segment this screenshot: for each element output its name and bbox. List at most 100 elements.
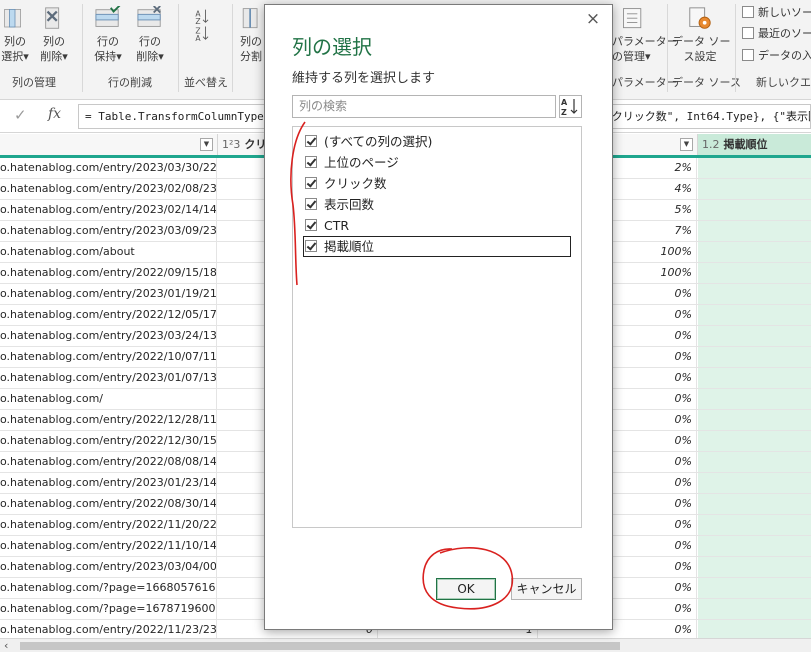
cell-position[interactable]	[698, 557, 811, 577]
column-option-top-page[interactable]: 上位のページ	[305, 153, 399, 174]
cell-url[interactable]: o.hatenablog.com/entry/2022/12/28/111...	[0, 410, 217, 430]
cell-position[interactable]	[698, 368, 811, 388]
svg-text:A: A	[195, 34, 201, 43]
column-option-label: CTR	[324, 218, 350, 233]
cell-position[interactable]	[698, 620, 811, 640]
horizontal-scrollbar[interactable]: ‹	[0, 638, 811, 652]
column-option-impressions[interactable]: 表示回数	[305, 195, 374, 216]
cell-url[interactable]: o.hatenablog.com/entry/2023/02/08/232...	[0, 179, 217, 199]
enter-data-button[interactable]: データの入力	[742, 47, 811, 63]
sort-az-button[interactable]: A Z	[559, 95, 582, 118]
check-icon[interactable]: ✓	[14, 106, 27, 124]
cell-position[interactable]	[698, 263, 811, 283]
cell-position[interactable]	[698, 347, 811, 367]
ribbon-separator	[667, 4, 668, 92]
cell-position[interactable]	[698, 410, 811, 430]
cell-url[interactable]: o.hatenablog.com/entry/2022/11/20/224...	[0, 515, 217, 535]
cell-position[interactable]	[698, 200, 811, 220]
cell-url[interactable]: o.hatenablog.com/entry/2022/08/30/145...	[0, 494, 217, 514]
cell-position[interactable]	[698, 305, 811, 325]
new-source-label: 新しいソース▾	[758, 6, 811, 19]
cell-position[interactable]	[698, 536, 811, 556]
ribbon-separator	[735, 4, 736, 92]
recent-sources-button[interactable]: 最近のソース▾	[742, 25, 811, 41]
enter-data-label: データの入力	[758, 49, 811, 62]
cell-position[interactable]	[698, 221, 811, 241]
cell-url[interactable]: o.hatenablog.com/entry/2022/09/15/182...	[0, 263, 217, 283]
cell-position[interactable]	[698, 452, 811, 472]
cell-url[interactable]: o.hatenablog.com/entry/2023/02/14/145...	[0, 200, 217, 220]
choose-columns-button[interactable]: 列の 選択▾	[0, 6, 30, 64]
cell-url[interactable]: o.hatenablog.com/entry/2023/03/09/231...	[0, 221, 217, 241]
check-icon[interactable]	[305, 240, 317, 252]
cell-position[interactable]	[698, 158, 811, 178]
cell-position[interactable]	[698, 473, 811, 493]
keep-rows-line2: 保持▾	[94, 50, 122, 63]
check-icon[interactable]	[305, 219, 317, 231]
cell-position[interactable]	[698, 326, 811, 346]
column-option-select-all[interactable]: (すべての列の選択)	[305, 132, 432, 153]
svg-text:A: A	[561, 98, 568, 107]
manage-parameters-button[interactable]: パラメーター の管理▾	[612, 6, 678, 64]
column-option-position[interactable]: 掲載順位	[303, 236, 571, 257]
group-new-query: 新しいクエリ	[756, 76, 811, 89]
cell-url[interactable]: o.hatenablog.com/entry/2023/01/19/215...	[0, 284, 217, 304]
cell-position[interactable]	[698, 494, 811, 514]
cell-url[interactable]: o.hatenablog.com/entry/2023/01/23/143...	[0, 473, 217, 493]
cell-url[interactable]: o.hatenablog.com/entry/2023/03/30/224...	[0, 158, 217, 178]
cell-position[interactable]	[698, 284, 811, 304]
scroll-left-icon[interactable]: ‹	[4, 639, 8, 652]
cell-url[interactable]: o.hatenablog.com/entry/2022/12/05/172...	[0, 305, 217, 325]
cell-position[interactable]	[698, 179, 811, 199]
cell-position[interactable]	[698, 389, 811, 409]
cell-position[interactable]	[698, 515, 811, 535]
check-icon[interactable]	[305, 135, 317, 147]
column-option-clicks[interactable]: クリック数	[305, 174, 387, 195]
new-source-button[interactable]: 新しいソース▾	[742, 4, 811, 20]
cell-url[interactable]: o.hatenablog.com/entry/2022/08/08/142...	[0, 452, 217, 472]
cell-url[interactable]: o.hatenablog.com/entry/2023/03/24/130...	[0, 326, 217, 346]
column-option-ctr[interactable]: CTR	[305, 216, 349, 237]
keep-rows-button[interactable]: 行の 保持▾	[92, 6, 124, 64]
cell-url[interactable]: o.hatenablog.com/entry/2022/11/23/235...	[0, 620, 217, 640]
cell-url[interactable]: o.hatenablog.com/entry/2022/11/10/142...	[0, 536, 217, 556]
cell-position[interactable]	[698, 599, 811, 619]
remove-rows-button[interactable]: 行の 削除▾	[134, 6, 166, 64]
close-icon[interactable]: ×	[584, 10, 602, 28]
cell-url[interactable]: o.hatenablog.com/	[0, 389, 217, 409]
remove-columns-button[interactable]: 列の 削除▾	[38, 6, 70, 64]
data-source-settings-icon	[689, 7, 711, 29]
cell-url[interactable]: o.hatenablog.com/entry/2023/01/07/134...	[0, 368, 217, 388]
sort-ascending-button[interactable]: A Z Z A	[192, 4, 218, 44]
check-icon[interactable]	[305, 177, 317, 189]
cell-url[interactable]: o.hatenablog.com/?page=1668057616	[0, 578, 217, 598]
cell-url[interactable]: o.hatenablog.com/about	[0, 242, 217, 262]
cancel-button[interactable]: キャンセル	[511, 578, 582, 600]
group-data-source: データ ソース	[672, 76, 741, 89]
chevron-down-icon[interactable]: ▼	[200, 138, 213, 151]
check-icon[interactable]	[305, 198, 317, 210]
column-delete-icon	[45, 7, 60, 29]
dialog-title: 列の選択	[292, 35, 372, 59]
cell-position[interactable]	[698, 242, 811, 262]
column-type-icon[interactable]: 1.2	[702, 138, 720, 151]
cell-url[interactable]: o.hatenablog.com/entry/2022/10/07/113...	[0, 347, 217, 367]
column-search-input[interactable]: 列の検索	[292, 95, 556, 118]
cell-url[interactable]: o.hatenablog.com/entry/2023/03/04/000...	[0, 557, 217, 577]
column-header-position[interactable]: 1.2 掲載順位	[698, 134, 811, 155]
recent-sources-icon	[742, 27, 754, 39]
cell-url[interactable]: o.hatenablog.com/entry/2022/12/30/152...	[0, 431, 217, 451]
manage-parameters-line1: パラメーター	[612, 35, 678, 48]
cell-position[interactable]	[698, 431, 811, 451]
split-column-button[interactable]: 列の 分割	[236, 6, 266, 64]
ok-button[interactable]: OK	[436, 578, 496, 600]
cell-url[interactable]: o.hatenablog.com/?page=1678719600	[0, 599, 217, 619]
check-icon[interactable]	[305, 156, 317, 168]
fx-icon[interactable]: fx	[48, 106, 61, 122]
column-header-url[interactable]: ▼	[0, 134, 218, 155]
data-source-settings-button[interactable]: データ ソー ス設定	[672, 6, 731, 64]
chevron-down-icon[interactable]: ▼	[680, 138, 693, 151]
column-type-icon[interactable]: 1²3	[222, 138, 240, 151]
scrollbar-thumb[interactable]	[20, 642, 620, 650]
cell-position[interactable]	[698, 578, 811, 598]
